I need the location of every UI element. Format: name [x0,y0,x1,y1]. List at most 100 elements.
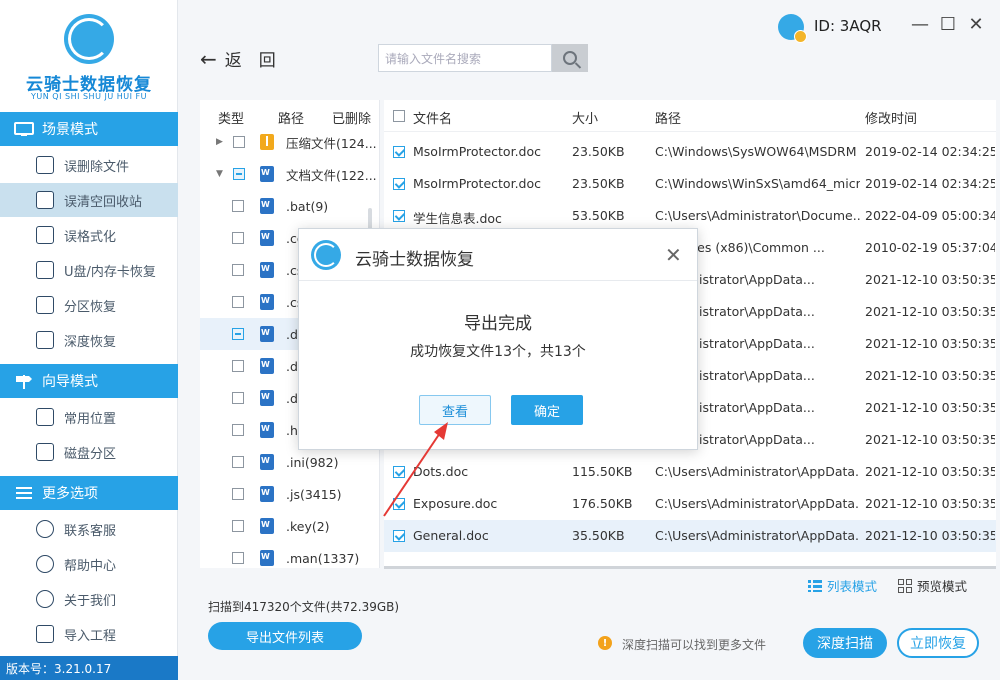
recover-now-button[interactable]: 立即恢复 [897,628,979,658]
tree-row[interactable]: .js(3415) [200,478,380,510]
col-modified[interactable]: 修改时间 [865,108,917,127]
tree-checkbox[interactable] [232,456,244,468]
tree-checkbox[interactable] [232,296,244,308]
arrow-left-icon: ← [200,46,217,71]
deep-scan-button[interactable]: 深度扫描 [803,628,887,658]
sidebar-item-usb[interactable]: U盘/内存卡恢复 [0,253,178,287]
sidebar-item-label: U盘/内存卡恢复 [64,264,156,280]
version-label: 版本号：3.21.0.17 [0,656,178,680]
col-name[interactable]: 文件名 [413,108,452,127]
tree-checkbox[interactable] [232,552,244,564]
search-input[interactable]: 请输入文件名搜索 [378,44,552,72]
sidebar-item-customer-service[interactable]: 联系客服 [0,512,178,546]
import-icon [36,625,54,643]
dialog-close-icon[interactable]: ✕ [665,243,682,267]
warning-icon: ! [598,636,612,650]
sidebar-item-recycle-bin[interactable]: 误清空回收站 [0,183,178,217]
dialog-logo-icon [311,240,341,270]
export-file-list-button[interactable]: 导出文件列表 [208,622,362,650]
tree-row-label: .key(2) [286,518,330,534]
tree-checkbox[interactable] [233,136,245,148]
tree-row[interactable]: .key(2) [200,510,380,542]
search-button[interactable] [552,44,588,72]
tree-tab-type[interactable]: 类型 [218,108,244,127]
tree-row[interactable]: .man(1337) [200,542,380,574]
caret-right-icon[interactable]: ▶ [216,137,223,147]
sidebar-item-label: 联系客服 [64,523,117,539]
sidebar-item-disk-partition[interactable]: 磁盘分区 [0,435,178,469]
tree-row[interactable]: .ini(982) [200,446,380,478]
row-checkbox[interactable] [393,210,405,222]
dialog-header: 云骑士数据恢复 ✕ [299,229,697,281]
dialog-title: 云骑士数据恢复 [355,250,474,270]
file-list-scrollbar[interactable] [384,566,996,569]
tree-checkbox[interactable] [232,232,244,244]
caret-down-icon[interactable]: ▼ [216,169,223,179]
sidebar-item-help[interactable]: 帮助中心 [0,547,178,581]
tree-row-label: .man(1337) [286,550,360,566]
cell-path: C:\Windows\WinSxS\amd64_micr... [655,176,860,191]
tree-checkbox[interactable] [233,168,245,180]
tree-row[interactable]: ▼ 文档文件(122... [200,158,380,190]
deep-scan-hint: 深度扫描可以找到更多文件 [622,638,767,652]
tree-row[interactable]: .bat(9) [200,190,380,222]
tree-row[interactable]: ▶ 压缩文件(124... [200,126,380,158]
tree-checkbox[interactable] [232,200,244,212]
minimize-icon[interactable]: — [910,14,930,35]
file-list-header: 文件名 大小 路径 修改时间 [384,100,996,132]
table-row[interactable]: MsoIrmProtector.doc 23.50KB C:\Windows\Win… [384,168,996,200]
table-row[interactable]: General.doc 35.50KB C:\Users\Administrator… [384,520,996,552]
dialog-ok-button[interactable]: 确定 [511,395,583,425]
help-icon [36,555,54,573]
document-icon [260,262,274,278]
tree-checkbox[interactable] [232,392,244,404]
maximize-icon[interactable]: ☐ [938,14,958,35]
table-row[interactable]: Exposure.doc 176.50KB C:\Users\Administrat… [384,488,996,520]
row-checkbox[interactable] [393,146,405,158]
sidebar-item-partition[interactable]: 分区恢复 [0,288,178,322]
sidebar-item-info[interactable]: 关于我们 [0,582,178,616]
deleted-file-icon [36,156,54,174]
document-icon [260,422,274,438]
document-icon [260,294,274,310]
cell-name: General.doc [413,528,489,543]
back-button[interactable]: ← 返 回 [200,46,276,72]
row-checkbox[interactable] [393,178,405,190]
tree-checkbox[interactable] [232,424,244,436]
row-checkbox[interactable] [393,530,405,542]
format-icon [36,226,54,244]
table-row[interactable]: Dots.doc 115.50KB C:\Users\Administrator\A… [384,456,996,488]
cell-path: C:\Windows\SysWOW64\MSDRM [655,144,857,159]
sidebar-item-label: 常用位置 [64,411,117,427]
tree-checkbox[interactable] [232,264,244,276]
tree-checkbox[interactable] [232,328,244,340]
tree-checkbox[interactable] [232,488,244,500]
search-icon [563,51,577,65]
sidebar-item-common-location[interactable]: 常用位置 [0,400,178,434]
sidebar-item-format[interactable]: 误格式化 [0,218,178,252]
col-path[interactable]: 路径 [655,108,681,127]
close-icon[interactable]: ✕ [966,14,986,35]
list-mode-toggle[interactable]: 列表模式 [808,576,877,595]
disk-partition-icon [36,443,54,461]
cell-size: 53.50KB [572,208,625,223]
document-icon [260,166,274,182]
tree-tab-deleted[interactable]: 已删除 [332,108,371,127]
user-avatar[interactable] [778,14,807,43]
cell-modified: 2021-12-10 03:50:35 [865,400,995,415]
sidebar-item-deep-recovery[interactable]: 深度恢复 [0,323,178,357]
preview-mode-toggle[interactable]: 预览模式 [898,576,967,595]
select-all-checkbox[interactable] [393,110,405,122]
section-more-options-label: 更多选项 [42,486,98,502]
tree-checkbox[interactable] [232,360,244,372]
sidebar-item-label: 关于我们 [64,593,117,609]
sidebar-item-import[interactable]: 导入工程 [0,617,178,651]
document-icon [260,518,274,534]
tree-checkbox[interactable] [232,520,244,532]
col-size[interactable]: 大小 [572,108,598,127]
tree-tab-path[interactable]: 路径 [278,108,304,127]
table-row[interactable]: MsoIrmProtector.doc 23.50KB C:\Windows\Sys… [384,136,996,168]
sidebar-item-deleted-file[interactable]: 误删除文件 [0,148,178,182]
cell-modified: 2019-02-14 02:34:25 [865,176,995,191]
cell-path: C:\Users\Administrator\AppData... [655,528,860,543]
